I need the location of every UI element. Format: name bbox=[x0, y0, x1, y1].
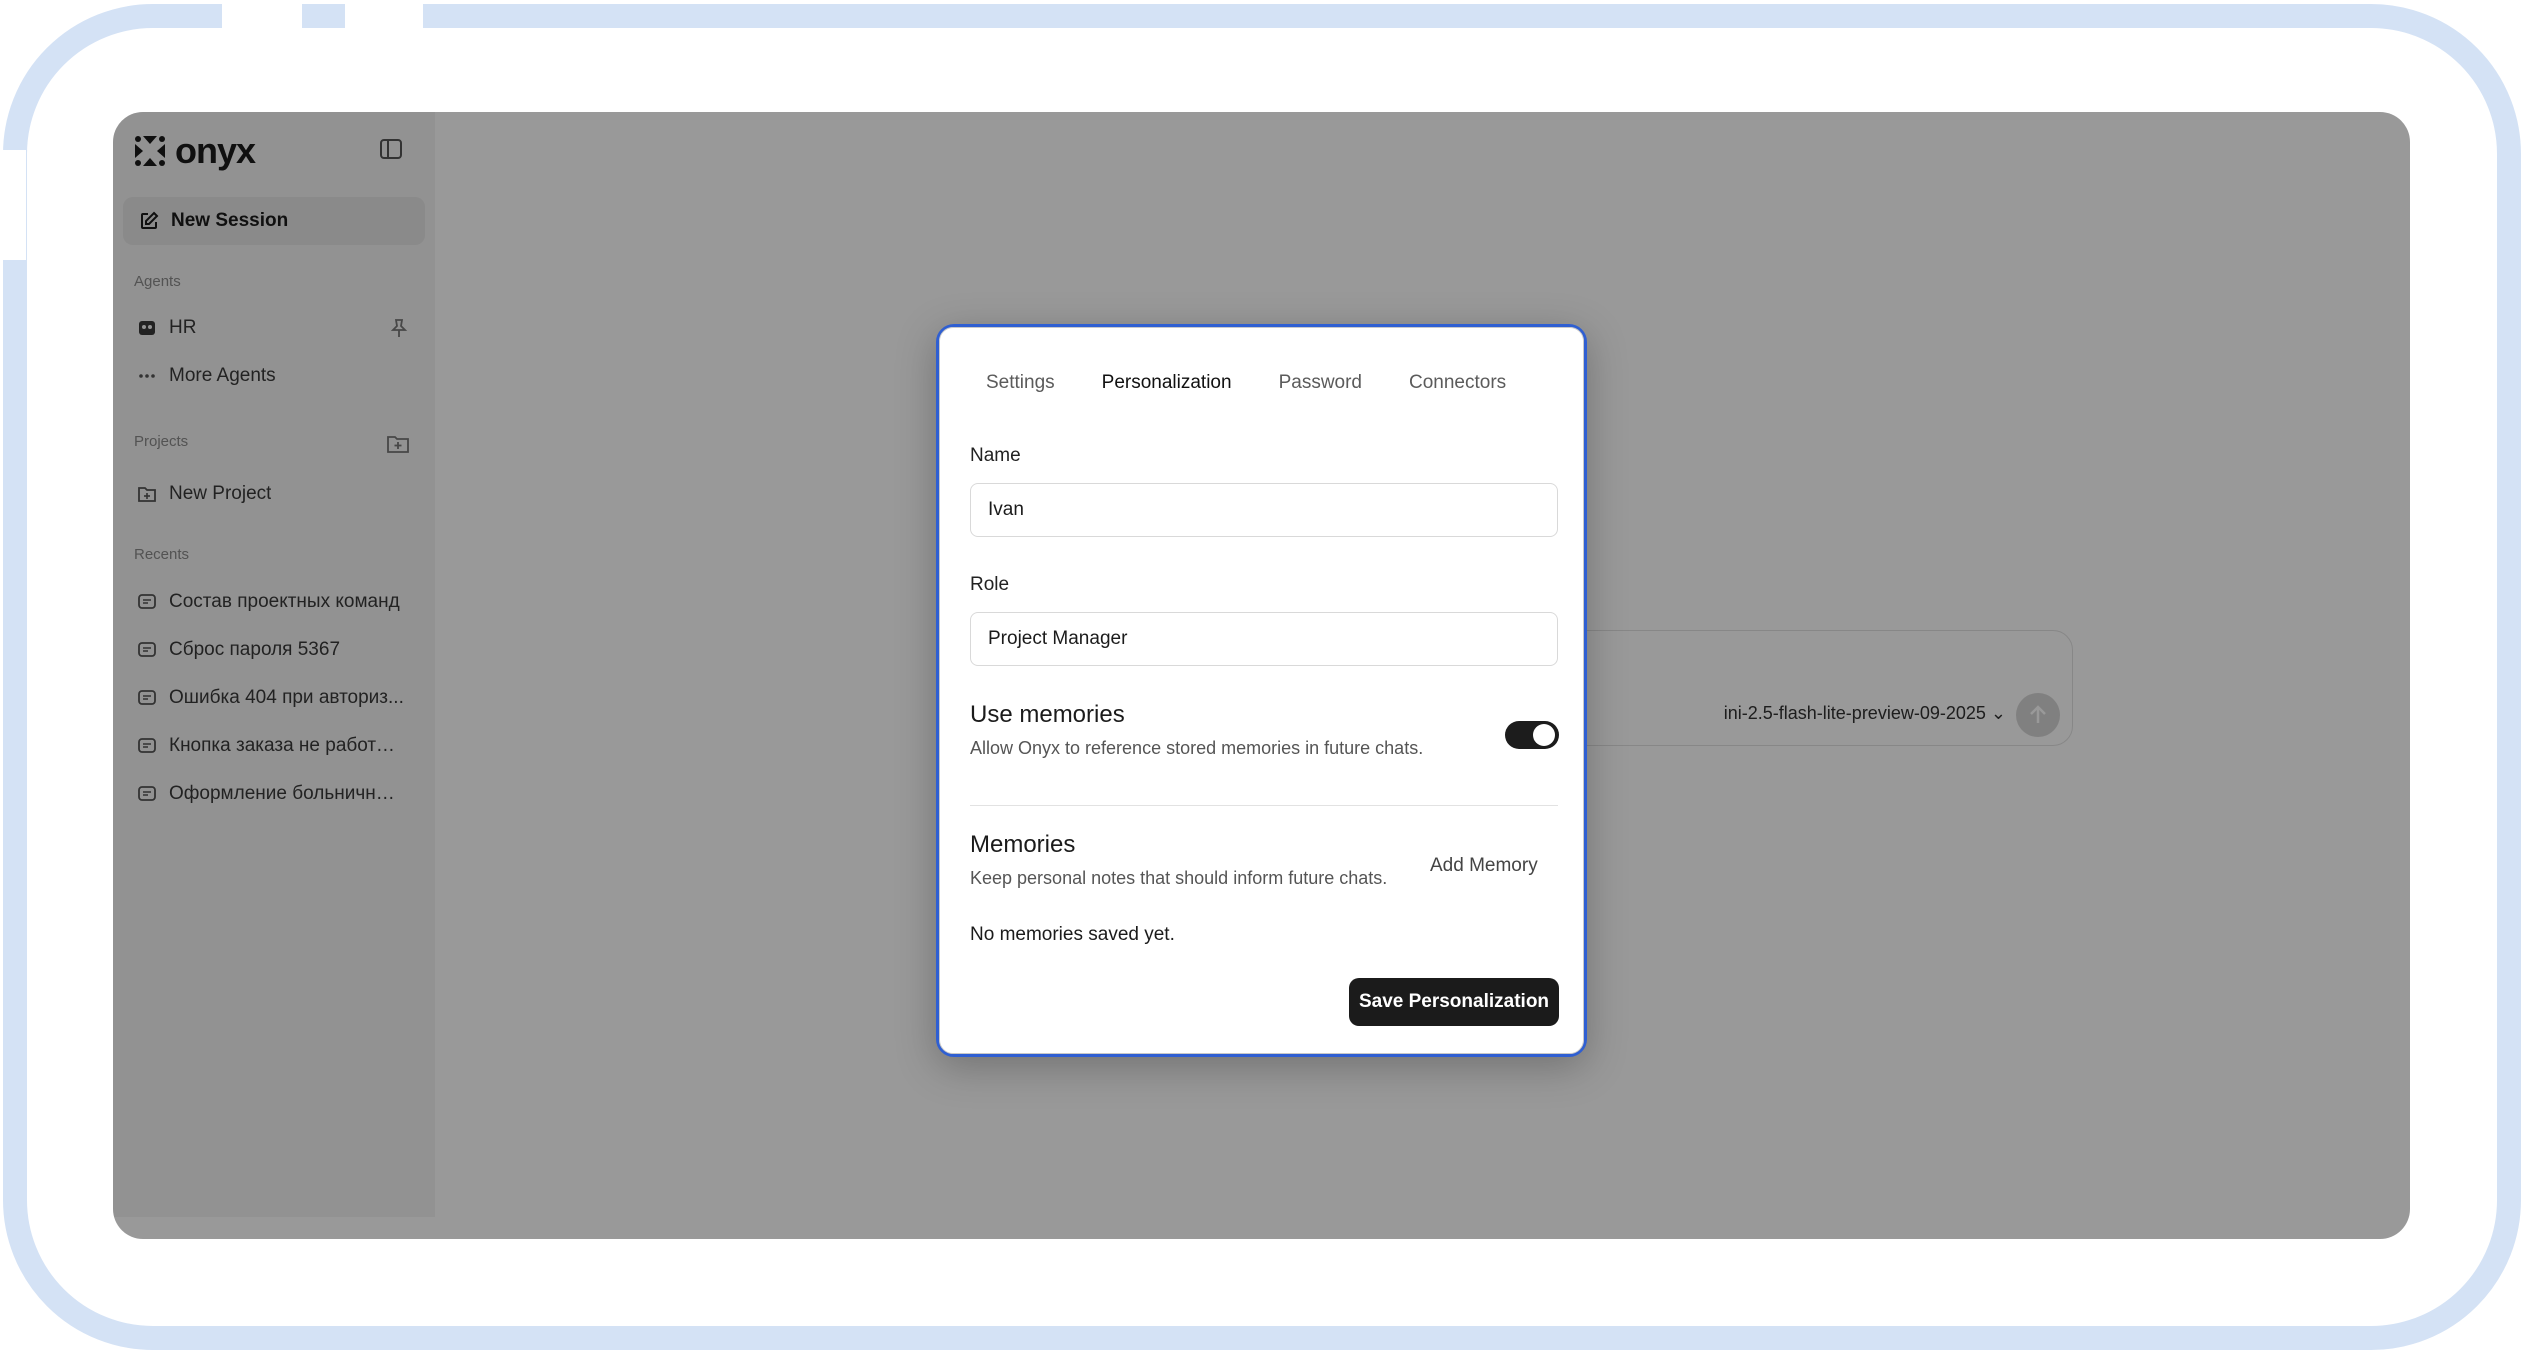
memories-title: Memories bbox=[970, 831, 1076, 858]
role-field[interactable] bbox=[970, 612, 1558, 666]
tab-settings[interactable]: Settings bbox=[986, 372, 1055, 394]
tab-connectors[interactable]: Connectors bbox=[1409, 372, 1506, 394]
use-memories-title: Use memories bbox=[970, 701, 1125, 728]
role-label: Role bbox=[970, 574, 1010, 595]
name-label: Name bbox=[970, 445, 1021, 466]
use-memories-description: Allow Onyx to reference stored memories … bbox=[970, 738, 1424, 758]
memories-empty-state: No memories saved yet. bbox=[970, 924, 1175, 945]
modal-content: Settings Personalization Password Connec… bbox=[939, 327, 1584, 1054]
frame-notch bbox=[0, 150, 26, 260]
add-memory-button[interactable]: Add Memory bbox=[1430, 855, 1538, 877]
use-memories-toggle[interactable] bbox=[1505, 721, 1559, 749]
toggle-knob bbox=[1533, 724, 1555, 746]
frame-notch bbox=[345, 0, 423, 28]
frame-notch bbox=[222, 0, 302, 28]
personalization-modal: Settings Personalization Password Connec… bbox=[936, 324, 1587, 1057]
save-personalization-button[interactable]: Save Personalization bbox=[1349, 978, 1559, 1026]
name-field[interactable] bbox=[970, 483, 1558, 537]
tab-password[interactable]: Password bbox=[1279, 372, 1362, 394]
memories-description: Keep personal notes that should inform f… bbox=[970, 868, 1388, 888]
tab-personalization[interactable]: Personalization bbox=[1102, 372, 1232, 394]
settings-tabs: Settings Personalization Password Connec… bbox=[986, 372, 1553, 394]
section-divider bbox=[970, 805, 1558, 806]
